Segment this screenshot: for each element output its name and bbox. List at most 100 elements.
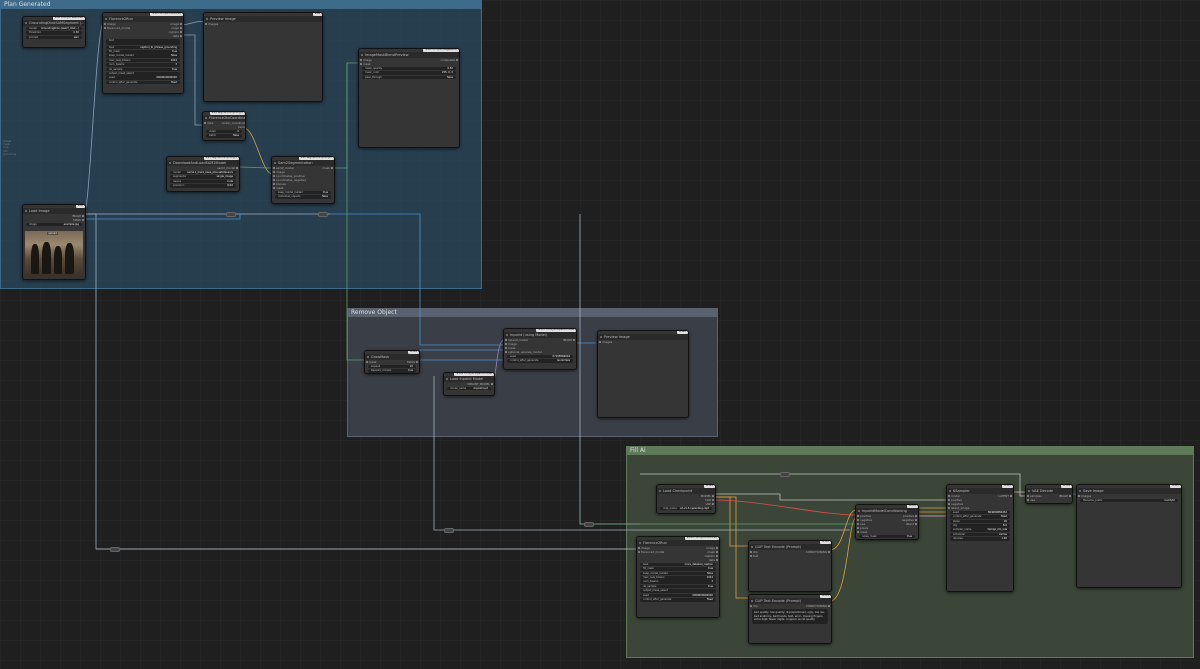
widget-output-mask-select[interactable]: output_mask_select — [640, 589, 716, 593]
node-clip-text-encode-positive[interactable]: #130 CLIP Text Encode (Prompt) clip text… — [748, 540, 832, 592]
widget-individual-objects[interactable]: individual_objects false — [275, 195, 331, 199]
node-grounding-dino[interactable]: #56 comfyui-Resolved GroundingDinoSAMSeg… — [22, 16, 86, 48]
reroute-node[interactable] — [110, 547, 120, 552]
input-vae[interactable]: vae — [1026, 498, 1046, 502]
node-load-inpaint-model[interactable]: #116 comfyui-inpaint-nodes Load Inpaint … — [443, 372, 495, 396]
output-latent[interactable]: LATENT — [994, 494, 1013, 498]
widget-denoise[interactable]: denoise 1.00 — [950, 537, 1010, 541]
widget-control-after-generate[interactable]: control_after_generate randomize — [507, 359, 573, 363]
widget-control-after-generate[interactable]: control_after_generate fixed — [106, 80, 180, 85]
node-florence2-run[interactable]: #50 comfyui-florence2 Florence2Run image… — [102, 12, 184, 94]
widget-cfg[interactable]: cfg 8.0 — [950, 523, 1010, 528]
input-images[interactable]: images — [1077, 494, 1181, 498]
widget-filename-prefix[interactable]: filename_prefix ComfyUI — [1080, 498, 1178, 503]
output-conditioning[interactable]: CONDITIONING — [802, 604, 831, 608]
widget-model-name[interactable]: model_name big-lama.pt — [447, 386, 491, 391]
widget-keep-model-loaded[interactable]: keep_model_loaded true — [275, 190, 331, 195]
node-sam2-segmentation[interactable]: #62 segment-anything-2 Sam2Segmentation … — [271, 156, 335, 204]
widget-max-new-tokens[interactable]: max_new_tokens 1024 — [640, 575, 716, 580]
input-mask[interactable]: mask — [856, 530, 876, 534]
widget-sampler-name[interactable]: sampler_name dpmpp_2m_sde — [950, 528, 1010, 532]
reroute-node[interactable] — [444, 528, 454, 533]
widget-device[interactable]: device cuda — [170, 179, 236, 184]
node-florence2-run-fill[interactable]: #128 comfyui-florence2 Florence2Run imag… — [636, 536, 720, 618]
node-vae-decode[interactable]: #134 VAE Decode samples vae IMAGE — [1025, 484, 1073, 504]
reroute-node[interactable] — [318, 212, 328, 217]
widget-scheduler[interactable]: scheduler karras — [950, 532, 1010, 537]
widget-expand[interactable]: expand 20 — [368, 364, 416, 369]
node-load-checkpoint[interactable]: #129 Load Checkpoint MODEL CLIP VAE ckpt… — [656, 484, 716, 514]
node-preview-image-top[interactable]: #69 Preview Image images — [203, 12, 323, 102]
widget-ckpt-name[interactable]: ckpt_name sd-v1-5-inpainting.ckpt — [660, 506, 712, 511]
input-text[interactable]: text — [749, 554, 763, 558]
node-ksampler[interactable]: #133 KSampler model positive negative la… — [946, 484, 1014, 592]
node-title[interactable]: GroundingDinoSAMSegment (...) — [23, 20, 85, 26]
output-sam2-model[interactable]: sam2_model — [167, 166, 239, 170]
widget-keep-model-loaded[interactable]: keep_model_loaded false — [106, 54, 180, 58]
node-preview-image-remove[interactable]: #120 Preview Image images — [597, 330, 689, 418]
input-images[interactable]: images — [204, 22, 322, 26]
widget-control-after-generate[interactable]: control_after_generate fixed — [640, 597, 716, 602]
input-mask[interactable]: mask — [359, 62, 376, 66]
widget-noise-mask[interactable]: noise_mask true — [859, 534, 915, 539]
widget-image[interactable]: image example.jpg — [26, 222, 82, 227]
widget-seed[interactable]: seed 864689684432 — [950, 510, 1010, 515]
reroute-node[interactable] — [226, 212, 236, 217]
input-clip[interactable]: clip — [749, 604, 762, 608]
input-images[interactable]: images — [598, 340, 688, 344]
widget-threshold[interactable]: threshold 0.30 — [26, 31, 82, 35]
output-bboxes[interactable]: bboxes — [217, 125, 245, 129]
output-conditioning[interactable]: CONDITIONING — [802, 550, 831, 554]
widget-output-mask-select[interactable]: output_mask_select — [106, 71, 180, 76]
widget-seed[interactable]: seed 0000000000000 — [640, 593, 716, 598]
widget-do-sample[interactable]: do_sample true — [640, 584, 716, 589]
reroute-node[interactable] — [584, 522, 594, 527]
output-image[interactable]: IMAGE — [559, 338, 576, 342]
widget-batch[interactable]: batch false — [206, 134, 242, 138]
widget-precision[interactable]: precision fp16 — [170, 183, 236, 188]
input-florence2-model[interactable]: florence2_model — [637, 550, 668, 554]
node-inpaint-using-model[interactable]: #117 comfyui-inpaint-nodes Inpaint (usin… — [503, 328, 577, 370]
node-save-image[interactable]: #135 Save Image images filename_prefix Co… — [1076, 484, 1182, 588]
node-inpaint-model-conditioning[interactable]: #132 InpaintModelConditioning positive n… — [855, 504, 919, 540]
node-load-image[interactable]: #82 Load Image IMAGE MASK image example.j… — [22, 204, 86, 280]
output-mask[interactable]: mask — [318, 166, 334, 170]
output-data[interactable]: data — [165, 34, 183, 38]
input-florence2-model[interactable]: florence2_model — [103, 26, 134, 30]
output-image[interactable]: IMAGE — [1055, 494, 1072, 498]
reroute-node[interactable] — [780, 472, 790, 477]
node-florence2-to-coordinates[interactable]: #64 segment-anything-2 Florence2toCoordi… — [202, 111, 246, 141]
widget-prompt[interactable]: prompt sam — [26, 35, 82, 40]
input-data[interactable]: data — [203, 121, 217, 125]
widget-seed[interactable]: seed 0000000000000 — [106, 76, 180, 80]
widget-model[interactable]: model sam2.1_hiera_base_plus.safetensors — [170, 170, 236, 175]
prompt-textarea[interactable]: bad quality, low quality, ill-proportion… — [752, 609, 828, 624]
output-data[interactable]: data — [701, 558, 719, 562]
widget-mask-opacity[interactable]: mask_opacity 0.50 — [362, 66, 456, 71]
widget-do-sample[interactable]: do_sample true — [106, 67, 180, 72]
output-mask[interactable]: MASK — [23, 218, 85, 222]
output-composite[interactable]: composite — [436, 58, 459, 62]
output-mask[interactable]: MASK — [403, 360, 419, 364]
output-vae[interactable]: VAE — [657, 502, 715, 506]
widget-fill-mask[interactable]: fill_mask true — [640, 567, 716, 571]
output-latent[interactable]: latent — [898, 522, 918, 526]
widget-tapered-corners[interactable]: tapered_corners true — [368, 369, 416, 373]
widget-num-beams[interactable]: num_beams 3 — [640, 580, 716, 584]
input-latent-image[interactable]: latent_image — [947, 506, 973, 510]
upload-label[interactable]: upload — [47, 232, 58, 235]
widget-keep-model-loaded[interactable]: keep_model_loaded false — [640, 571, 716, 576]
widget-steps[interactable]: steps 20 — [950, 519, 1010, 524]
widget-control-after-generate[interactable]: control_after_generate fixed — [950, 515, 1010, 519]
widget-task[interactable]: task more_detailed_caption — [640, 562, 716, 567]
widget-model[interactable]: model GroundingDino (swinT_OGC...) — [26, 26, 82, 31]
widget-segmentor[interactable]: segmentor single_image — [170, 175, 236, 179]
node-image-mask-blend[interactable]: #46 comfyui-imageblend ImageMaskBlendPre… — [358, 48, 460, 148]
input-mask[interactable]: mask — [272, 186, 310, 190]
output-inpaint-model[interactable]: INPAINT_MODEL — [444, 382, 494, 386]
node-grow-mask[interactable]: #118 GrowMask mask MASK expand 20 tapered… — [364, 350, 420, 374]
node-download-sam2-model[interactable]: #63 segment-anything-2 DownloadAndLoadSA… — [166, 156, 240, 192]
widget-max-new-tokens[interactable]: max_new_tokens 1024 — [106, 58, 180, 63]
node-clip-text-encode-negative[interactable]: #131 CLIP Text Encode (Prompt) clip COND… — [748, 594, 832, 644]
input-mask[interactable]: mask — [365, 360, 381, 364]
